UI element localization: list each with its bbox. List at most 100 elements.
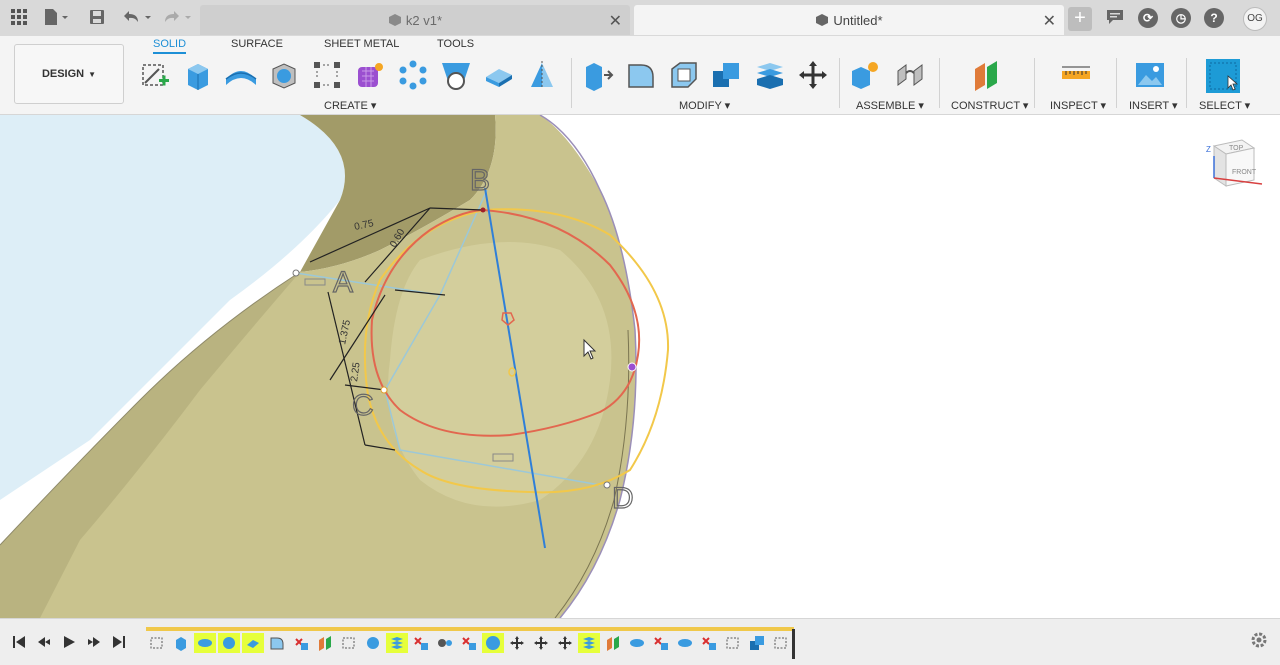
canvas-viewport[interactable]: 0.75 0.60 1.375 2.25 B A C D TOP FRONT Z <box>0 115 1280 618</box>
timeline-combine-icon[interactable] <box>746 633 768 653</box>
joint-icon[interactable] <box>893 58 927 92</box>
select-icon[interactable] <box>1205 58 1241 94</box>
combine-icon[interactable] <box>710 58 744 92</box>
offset-face-icon[interactable] <box>753 58 787 92</box>
tab-solid[interactable]: SOLID <box>153 38 187 54</box>
timeline-move-icon[interactable] <box>530 633 552 653</box>
insert-group-label[interactable]: INSERT ▾ <box>1129 99 1178 112</box>
tab-k2-v1[interactable]: k2 v1* ✕ <box>200 5 630 35</box>
viewcube-front[interactable]: FRONT <box>1232 169 1257 176</box>
create-sketch-icon[interactable] <box>138 58 172 92</box>
extrude-icon[interactable] <box>181 58 215 92</box>
timeline-feature-icon[interactable] <box>362 633 384 653</box>
hole-icon[interactable] <box>439 58 473 92</box>
sketch-point[interactable] <box>603 481 611 489</box>
close-icon[interactable]: ✕ <box>609 11 622 31</box>
save-icon[interactable] <box>86 6 108 28</box>
box-icon[interactable] <box>482 58 516 92</box>
chamfer-icon[interactable] <box>667 58 701 92</box>
measure-icon[interactable] <box>1059 58 1093 92</box>
timeline-move-icon[interactable] <box>506 633 528 653</box>
timeline-sketch-icon[interactable] <box>338 633 360 653</box>
construct-group-label[interactable]: CONSTRUCT ▾ <box>951 99 1028 112</box>
label-b: B <box>470 164 490 197</box>
timeline-fillet-icon[interactable] <box>266 633 288 653</box>
timeline-sketch-icon[interactable] <box>722 633 744 653</box>
timeline-feature-icon[interactable] <box>242 633 264 653</box>
sketch-point[interactable] <box>627 362 637 372</box>
timeline-feature-icon[interactable] <box>650 633 672 653</box>
user-avatar[interactable]: OG <box>1243 7 1267 31</box>
redo-icon[interactable] <box>160 6 194 28</box>
clock-icon[interactable]: ◷ <box>1171 8 1191 28</box>
timeline-feature-icon[interactable] <box>626 633 648 653</box>
press-pull-icon[interactable] <box>581 58 615 92</box>
file-icon[interactable] <box>40 6 72 28</box>
assemble-group-label[interactable]: ASSEMBLE ▾ <box>856 99 924 112</box>
timeline-extrude-icon[interactable] <box>170 633 192 653</box>
tab-tools[interactable]: TOOLS <box>437 38 474 50</box>
mirror-icon[interactable] <box>525 58 559 92</box>
new-component-icon[interactable] <box>848 58 882 92</box>
skip-to-end-icon[interactable] <box>110 633 128 651</box>
modify-group-label[interactable]: MODIFY ▾ <box>679 99 730 112</box>
gear-icon[interactable] <box>1250 631 1268 649</box>
chat-icon[interactable] <box>1104 6 1126 28</box>
viewcube-top[interactable]: TOP <box>1229 145 1244 152</box>
offset-plane-icon[interactable] <box>970 58 1004 92</box>
timeline-plane-icon[interactable] <box>314 633 336 653</box>
timeline-feature-icon[interactable] <box>386 633 408 653</box>
ribbon-toolbar: DESIGN ▼ SOLID SURFACE SHEET METAL TOOLS <box>0 36 1280 115</box>
help-icon[interactable]: ? <box>1204 8 1224 28</box>
timeline-feature-icon[interactable] <box>218 633 240 653</box>
timeline-sketch-icon[interactable] <box>770 633 792 653</box>
tab-sheet-metal[interactable]: SHEET METAL <box>324 38 399 50</box>
step-forward-icon[interactable] <box>85 633 103 651</box>
app-grid-icon[interactable] <box>8 6 30 28</box>
move-icon[interactable] <box>796 58 830 92</box>
timeline-move-icon[interactable] <box>554 633 576 653</box>
fillet-icon[interactable] <box>624 58 658 92</box>
revolve-icon[interactable] <box>224 58 258 92</box>
select-group-label[interactable]: SELECT ▾ <box>1199 99 1250 112</box>
circular-pattern-icon[interactable] <box>396 58 430 92</box>
sketch-point[interactable] <box>480 207 486 213</box>
timeline-track[interactable] <box>146 627 796 659</box>
timeline-feature-icon[interactable] <box>410 633 432 653</box>
rectangular-pattern-icon[interactable] <box>310 58 344 92</box>
timeline-joint-icon[interactable] <box>434 633 456 653</box>
timeline-sketch-icon[interactable] <box>146 633 168 653</box>
tab-untitled[interactable]: Untitled* ✕ <box>634 5 1064 35</box>
timeline-feature-icon[interactable] <box>698 633 720 653</box>
view-cube[interactable]: TOP FRONT Z <box>1202 136 1268 194</box>
timeline-feature-icon[interactable] <box>194 633 216 653</box>
model-canvas[interactable]: 0.75 0.60 1.375 2.25 B A C D <box>0 115 1280 618</box>
inspect-group-label[interactable]: INSPECT ▾ <box>1050 99 1106 112</box>
shell-icon[interactable] <box>267 58 301 92</box>
component-icon <box>388 13 401 26</box>
component-icon <box>816 13 829 26</box>
create-form-icon[interactable] <box>353 58 387 92</box>
label-d: D <box>612 482 634 515</box>
timeline-feature-icon[interactable] <box>458 633 480 653</box>
undo-icon[interactable] <box>118 6 154 28</box>
workspace-label: DESIGN <box>41 68 85 80</box>
timeline-plane-icon[interactable] <box>602 633 624 653</box>
insert-image-icon[interactable] <box>1133 58 1167 92</box>
timeline-feature-icon[interactable] <box>578 633 600 653</box>
timeline-feature-icon[interactable] <box>482 633 504 653</box>
job-status-icon[interactable]: ⟳ <box>1138 8 1158 28</box>
timeline-feature-icon[interactable] <box>290 633 312 653</box>
skip-to-start-icon[interactable] <box>10 633 28 651</box>
tab-surface[interactable]: SURFACE <box>231 38 283 50</box>
sketch-point[interactable] <box>292 269 300 277</box>
play-icon[interactable] <box>60 633 78 651</box>
workspace-switcher[interactable]: DESIGN ▼ <box>14 44 124 104</box>
step-back-icon[interactable] <box>35 633 53 651</box>
close-icon[interactable]: ✕ <box>1043 11 1056 31</box>
new-tab-icon[interactable]: + <box>1068 7 1092 31</box>
create-group-label[interactable]: CREATE ▾ <box>324 99 376 112</box>
timeline-marker[interactable] <box>792 629 795 659</box>
timeline-feature-icon[interactable] <box>674 633 696 653</box>
sketch-point[interactable] <box>380 386 388 394</box>
